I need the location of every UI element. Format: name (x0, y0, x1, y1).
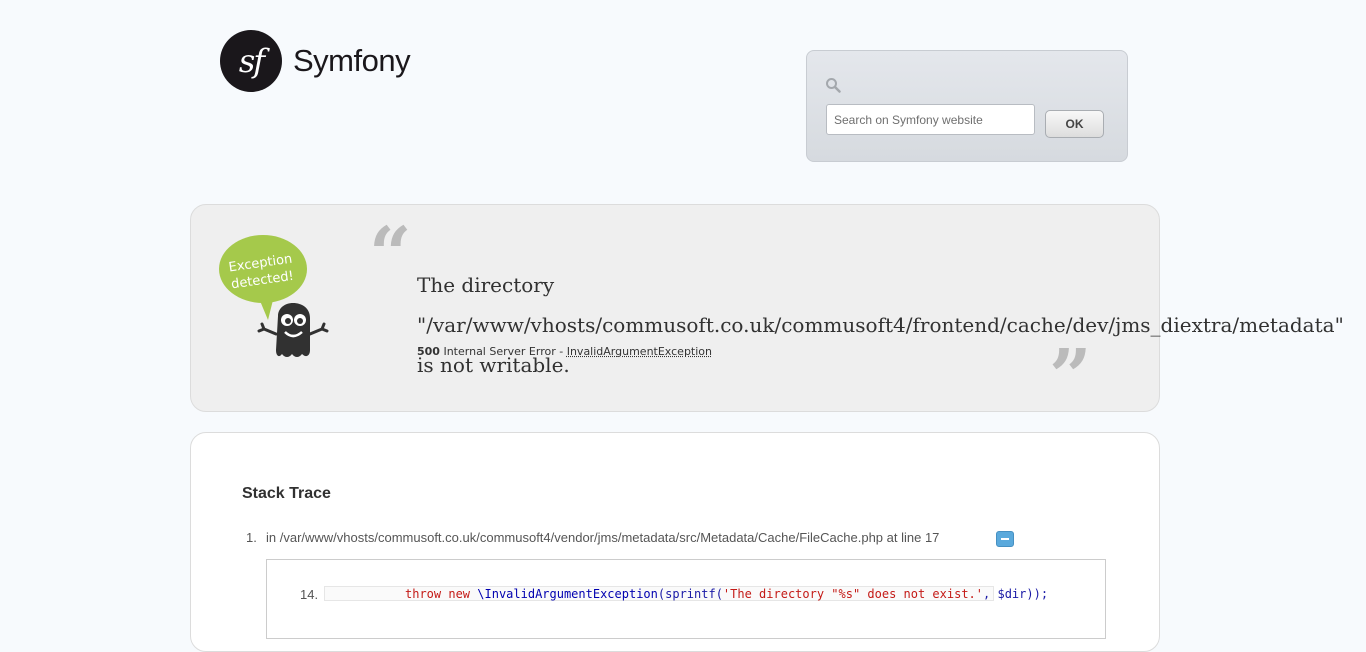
symfony-logo-icon: sf (220, 30, 282, 92)
trace-item-number: 1. (246, 530, 266, 545)
search-input[interactable] (826, 104, 1035, 135)
collapse-toggle-button[interactable] (996, 531, 1014, 547)
code-line-source: throw new \InvalidArgumentException(spri… (324, 586, 994, 601)
exception-block: Exception detected! “ The directory "/va… (190, 204, 1160, 412)
exception-class: InvalidArgumentException (567, 345, 712, 358)
search-ok-button[interactable]: OK (1045, 110, 1104, 138)
code-line-number: 14. (300, 587, 318, 602)
exception-message: The directory "/var/www/vhosts/commusoft… (417, 265, 1107, 385)
exception-mascot-icon: Exception detected! (218, 234, 336, 366)
stack-trace-title: Stack Trace (242, 485, 331, 503)
search-icon (825, 77, 841, 93)
trace-item: 1. in /var/www/vhosts/commusoft.co.uk/com… (246, 530, 939, 545)
symfony-logo-text: Symfony (293, 43, 410, 79)
symfony-logo[interactable]: sf Symfony (220, 30, 410, 92)
search-box: OK (806, 50, 1128, 162)
status-code: 500 (417, 345, 440, 358)
trace-item-location: in /var/www/vhosts/commusoft.co.uk/commu… (266, 530, 939, 545)
code-snippet: 14. throw new \InvalidArgumentException(… (266, 559, 1106, 639)
exception-status: 500 Internal Server Error - InvalidArgum… (417, 345, 712, 358)
status-text: Internal Server Error - (443, 345, 563, 358)
quote-open-icon: “ (369, 218, 412, 292)
code-line: 14. throw new \InvalidArgumentException(… (267, 586, 1105, 603)
stack-trace-block: Stack Trace 1. in /var/www/vhosts/commuso… (190, 432, 1160, 652)
quote-close-icon: ” (1049, 340, 1092, 414)
